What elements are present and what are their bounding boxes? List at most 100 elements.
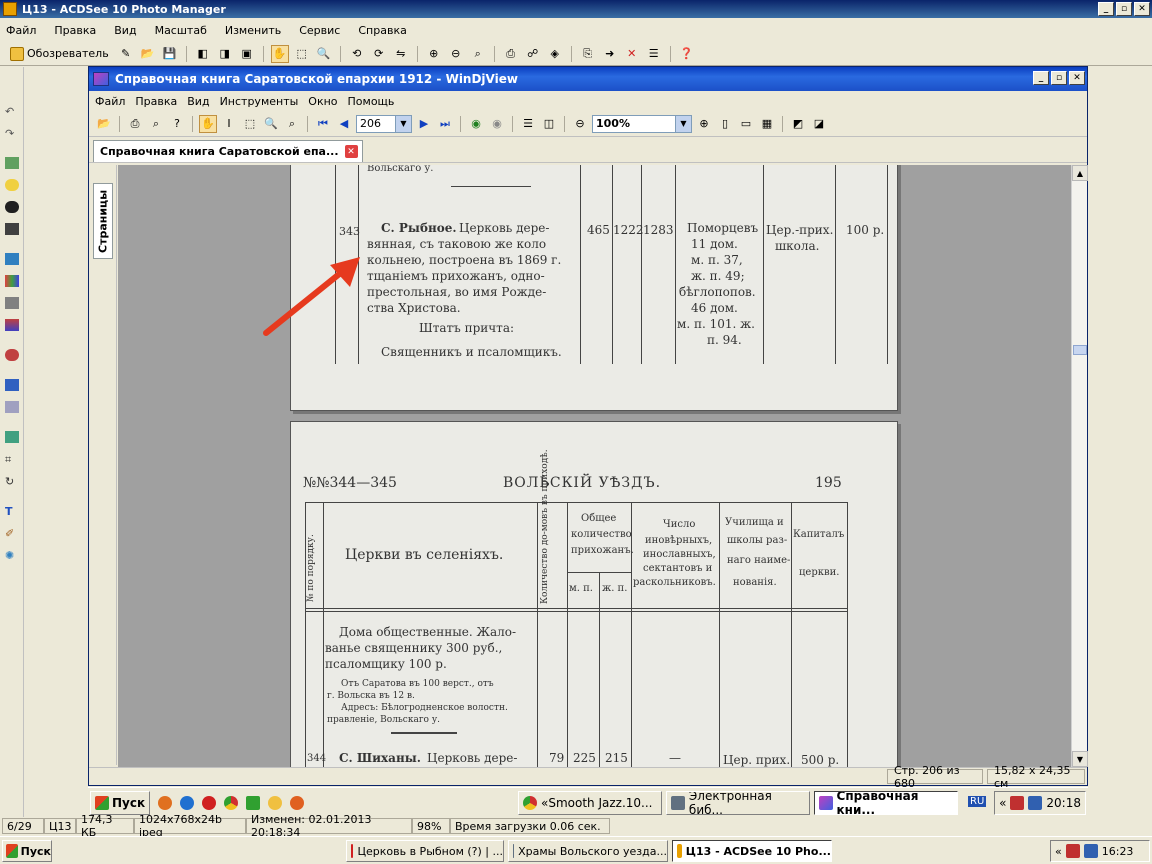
rotate-left-icon[interactable]: ⟲ [348,45,366,63]
firefox-icon[interactable] [158,795,173,810]
landscape-icon[interactable] [5,253,19,265]
previous-image-icon[interactable]: ◧ [194,45,212,63]
last-page-icon[interactable]: ⏭ [436,115,454,133]
chevron-left-icon[interactable]: « [999,796,1006,810]
chevron-left-icon[interactable]: « [1055,845,1062,858]
crop-icon[interactable]: ⌗ [5,453,19,466]
inner-menu-file[interactable]: Файл [95,95,125,108]
inner-task-library[interactable]: Электронная биб... [666,791,810,815]
print-icon[interactable]: ⎙ [126,115,144,133]
chevron-down-icon[interactable]: ▼ [395,115,411,132]
flip-icon[interactable]: ⇋ [392,45,410,63]
brush-icon[interactable]: ✐ [5,527,19,540]
rotate-right-icon[interactable]: ⟳ [370,45,388,63]
zoom-out-icon[interactable]: ⊖ [447,45,465,63]
inner-menu-edit[interactable]: Правка [135,95,177,108]
document-view[interactable]: Вольскаго у. 343 С. Рыбное. Церковь дере… [118,165,1073,767]
whats-this-icon[interactable]: ? [168,115,186,133]
find-icon[interactable]: ⌕ [147,115,165,133]
resize-icon[interactable] [5,431,19,443]
inner-close-button[interactable]: ✕ [1069,71,1085,85]
vertical-scrollbar[interactable]: ▲ ▼ [1071,165,1088,767]
red-eye-icon[interactable] [5,349,19,361]
network-icon[interactable] [1028,796,1043,810]
rect-select-icon[interactable]: ⬚ [241,115,259,133]
auto-advance-icon[interactable]: ▣ [238,45,256,63]
menu-file[interactable]: Файл [4,23,38,38]
security-icon[interactable] [1010,796,1025,810]
document-tab[interactable]: Справочная книга Саратовской епа... ✕ [93,140,363,162]
help-icon[interactable]: ❓ [678,45,696,63]
rotate-page-icon[interactable]: ◪ [810,115,828,133]
menu-zoom[interactable]: Масштаб [153,23,209,38]
menu-view[interactable]: Вид [112,23,138,38]
continuous-layout-icon[interactable]: ☰ [519,115,537,133]
menu-help[interactable]: Справка [356,23,408,38]
blur-icon[interactable] [5,401,19,413]
text-select-icon[interactable]: I [220,115,238,133]
inner-menu-view[interactable]: Вид [187,95,209,108]
task-explorer[interactable]: Храмы Вольского уезда... [508,840,668,862]
browser-button[interactable]: Обозреватель [6,46,113,61]
scrollbar-thumb[interactable] [1073,345,1087,355]
network-icon[interactable] [1083,844,1098,858]
opera-icon[interactable] [202,795,217,810]
chevron-down-icon[interactable]: ▼ [675,115,691,132]
select-tool-icon[interactable]: ⬚ [293,45,311,63]
menu-modify[interactable]: Изменить [223,23,283,38]
app-green-icon[interactable] [246,795,261,810]
app-yellow-icon[interactable] [268,795,283,810]
facing-pages-icon[interactable]: ◫ [540,115,558,133]
copy-to-icon[interactable]: ⎘ [579,45,597,63]
portrait-icon[interactable] [5,223,19,235]
minimize-button[interactable]: _ [1098,2,1114,16]
task-acdsee[interactable]: Ц13 - ACDSee 10 Pho... [672,840,832,862]
zoom-in-icon[interactable]: ⊕ [695,115,713,133]
menu-edit[interactable]: Правка [52,23,98,38]
task-opera[interactable]: Церковь в Рыбном (?) | ... [346,840,504,862]
inner-menu-help[interactable]: Помощь [348,95,395,108]
display-mode-icon[interactable]: ◩ [789,115,807,133]
fit-page-icon[interactable]: ▯ [716,115,734,133]
contrast-icon[interactable] [5,201,19,213]
zoom-out-icon[interactable]: ⊖ [571,115,589,133]
inner-menu-window[interactable]: Окно [308,95,337,108]
start-button[interactable]: Пуск [2,840,52,862]
share-icon[interactable]: ☍ [524,45,542,63]
color-balance-icon[interactable] [5,275,19,287]
effects-icon[interactable]: ✺ [5,549,19,562]
open-folder-icon[interactable]: 📂 [139,45,157,63]
inner-menu-tools[interactable]: Инструменты [220,95,299,108]
properties-icon[interactable]: ☰ [645,45,663,63]
zoom-combo[interactable]: 100% ▼ [592,114,692,133]
page-number-combo[interactable]: 206 ▼ [356,114,412,133]
zoom-menu-icon[interactable]: ⌕ [469,45,487,63]
tag-icon[interactable]: ◈ [546,45,564,63]
back-icon[interactable]: ◉ [467,115,485,133]
save-icon[interactable]: 💾 [161,45,179,63]
hand-tool-icon[interactable]: ✋ [199,114,217,133]
inner-start-button[interactable]: Пуск [90,790,151,815]
chrome-icon[interactable] [224,795,239,810]
fit-width-icon[interactable]: ▭ [737,115,755,133]
rotate-icon[interactable]: ↻ [5,475,19,488]
edit-image-icon[interactable]: ✎ [117,45,135,63]
brightness-icon[interactable] [5,179,19,191]
redo-icon[interactable]: ↷ [5,127,19,140]
maximize-button[interactable]: ▫ [1116,2,1132,16]
magnifier-icon[interactable]: 🔍 [315,45,333,63]
app-orange-icon[interactable] [290,795,305,810]
undo-icon[interactable]: ↶ [5,105,19,118]
levels-icon[interactable] [5,297,19,309]
inner-task-windjview[interactable]: Справочная кни... [814,791,958,815]
text-tool-icon[interactable]: T [5,505,19,518]
previous-page-icon[interactable]: ◀ [335,115,353,133]
next-image-icon[interactable]: ◨ [216,45,234,63]
zoom-rect-icon[interactable]: ⌕ [283,115,301,133]
first-page-icon[interactable]: ⏮ [314,115,332,133]
close-button[interactable]: ✕ [1134,2,1150,16]
auto-levels-icon[interactable] [5,157,19,169]
delete-icon[interactable]: ✕ [623,45,641,63]
actual-size-icon[interactable]: ▦ [758,115,776,133]
menu-tools[interactable]: Сервис [297,23,342,38]
